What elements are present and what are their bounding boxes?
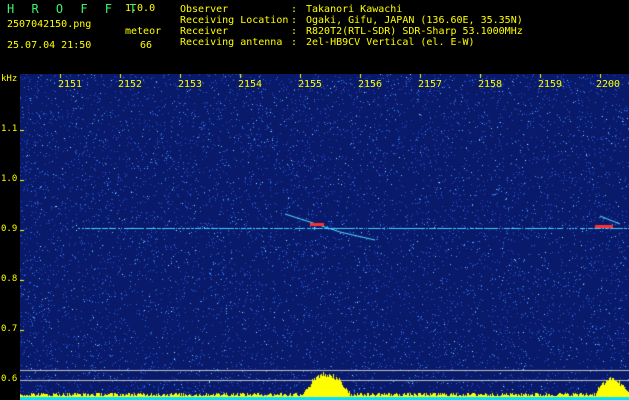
x-tick-label: 2157 [418, 79, 443, 90]
y-axis-unit: kHz [1, 74, 18, 84]
info-value: R820T2(RTL-SDR) SDR-Sharp 53.1000MHz [306, 26, 523, 37]
app-version: 1.0.0 [125, 3, 156, 14]
spectrogram-panel [20, 74, 629, 400]
file-name: 2507042150.png [7, 19, 92, 30]
info-colon: : [291, 26, 298, 37]
x-tick-label: 2158 [478, 79, 503, 90]
info-label: Receiving Location [180, 15, 289, 26]
header-panel: H R O F F T 1.0.0 2507042150.png meteor … [0, 0, 629, 74]
y-tick-label: 1.1 [1, 124, 18, 134]
info-value: Ogaki, Gifu, JAPAN (136.60E, 35.35N) [306, 15, 523, 26]
info-label: Observer [180, 4, 229, 15]
x-tick-label: 2155 [298, 79, 323, 90]
x-tick-label: 2151 [58, 79, 83, 90]
y-tick-label: 1.0 [1, 174, 18, 184]
x-tick-label: 2159 [538, 79, 563, 90]
x-tick-label: 2154 [238, 79, 263, 90]
date-time: 25.07.04 21:50 [7, 40, 92, 51]
spectrogram-canvas [20, 74, 629, 400]
y-tick-label: 0.6 [1, 374, 18, 384]
y-tick-label: 0.7 [1, 324, 18, 334]
y-tick-label: 0.8 [1, 274, 18, 284]
y-tick-label: 0.9 [1, 224, 18, 234]
echo-count: 66 [140, 40, 153, 51]
app-title: H R O F F T [7, 2, 142, 16]
info-label: Receiving antenna [180, 37, 283, 48]
info-label: Receiver [180, 26, 229, 37]
info-value: 2el-HB9CV Vertical (el. E-W) [306, 37, 475, 48]
x-tick-label: 2200 [596, 79, 621, 90]
info-colon: : [291, 4, 298, 15]
x-tick-label: 2156 [358, 79, 383, 90]
info-value: Takanori Kawachi [306, 4, 403, 15]
mode-label: meteor [125, 26, 162, 37]
info-colon: : [291, 37, 298, 48]
x-tick-label: 2152 [118, 79, 143, 90]
info-colon: : [291, 15, 298, 26]
x-tick-label: 2153 [178, 79, 203, 90]
